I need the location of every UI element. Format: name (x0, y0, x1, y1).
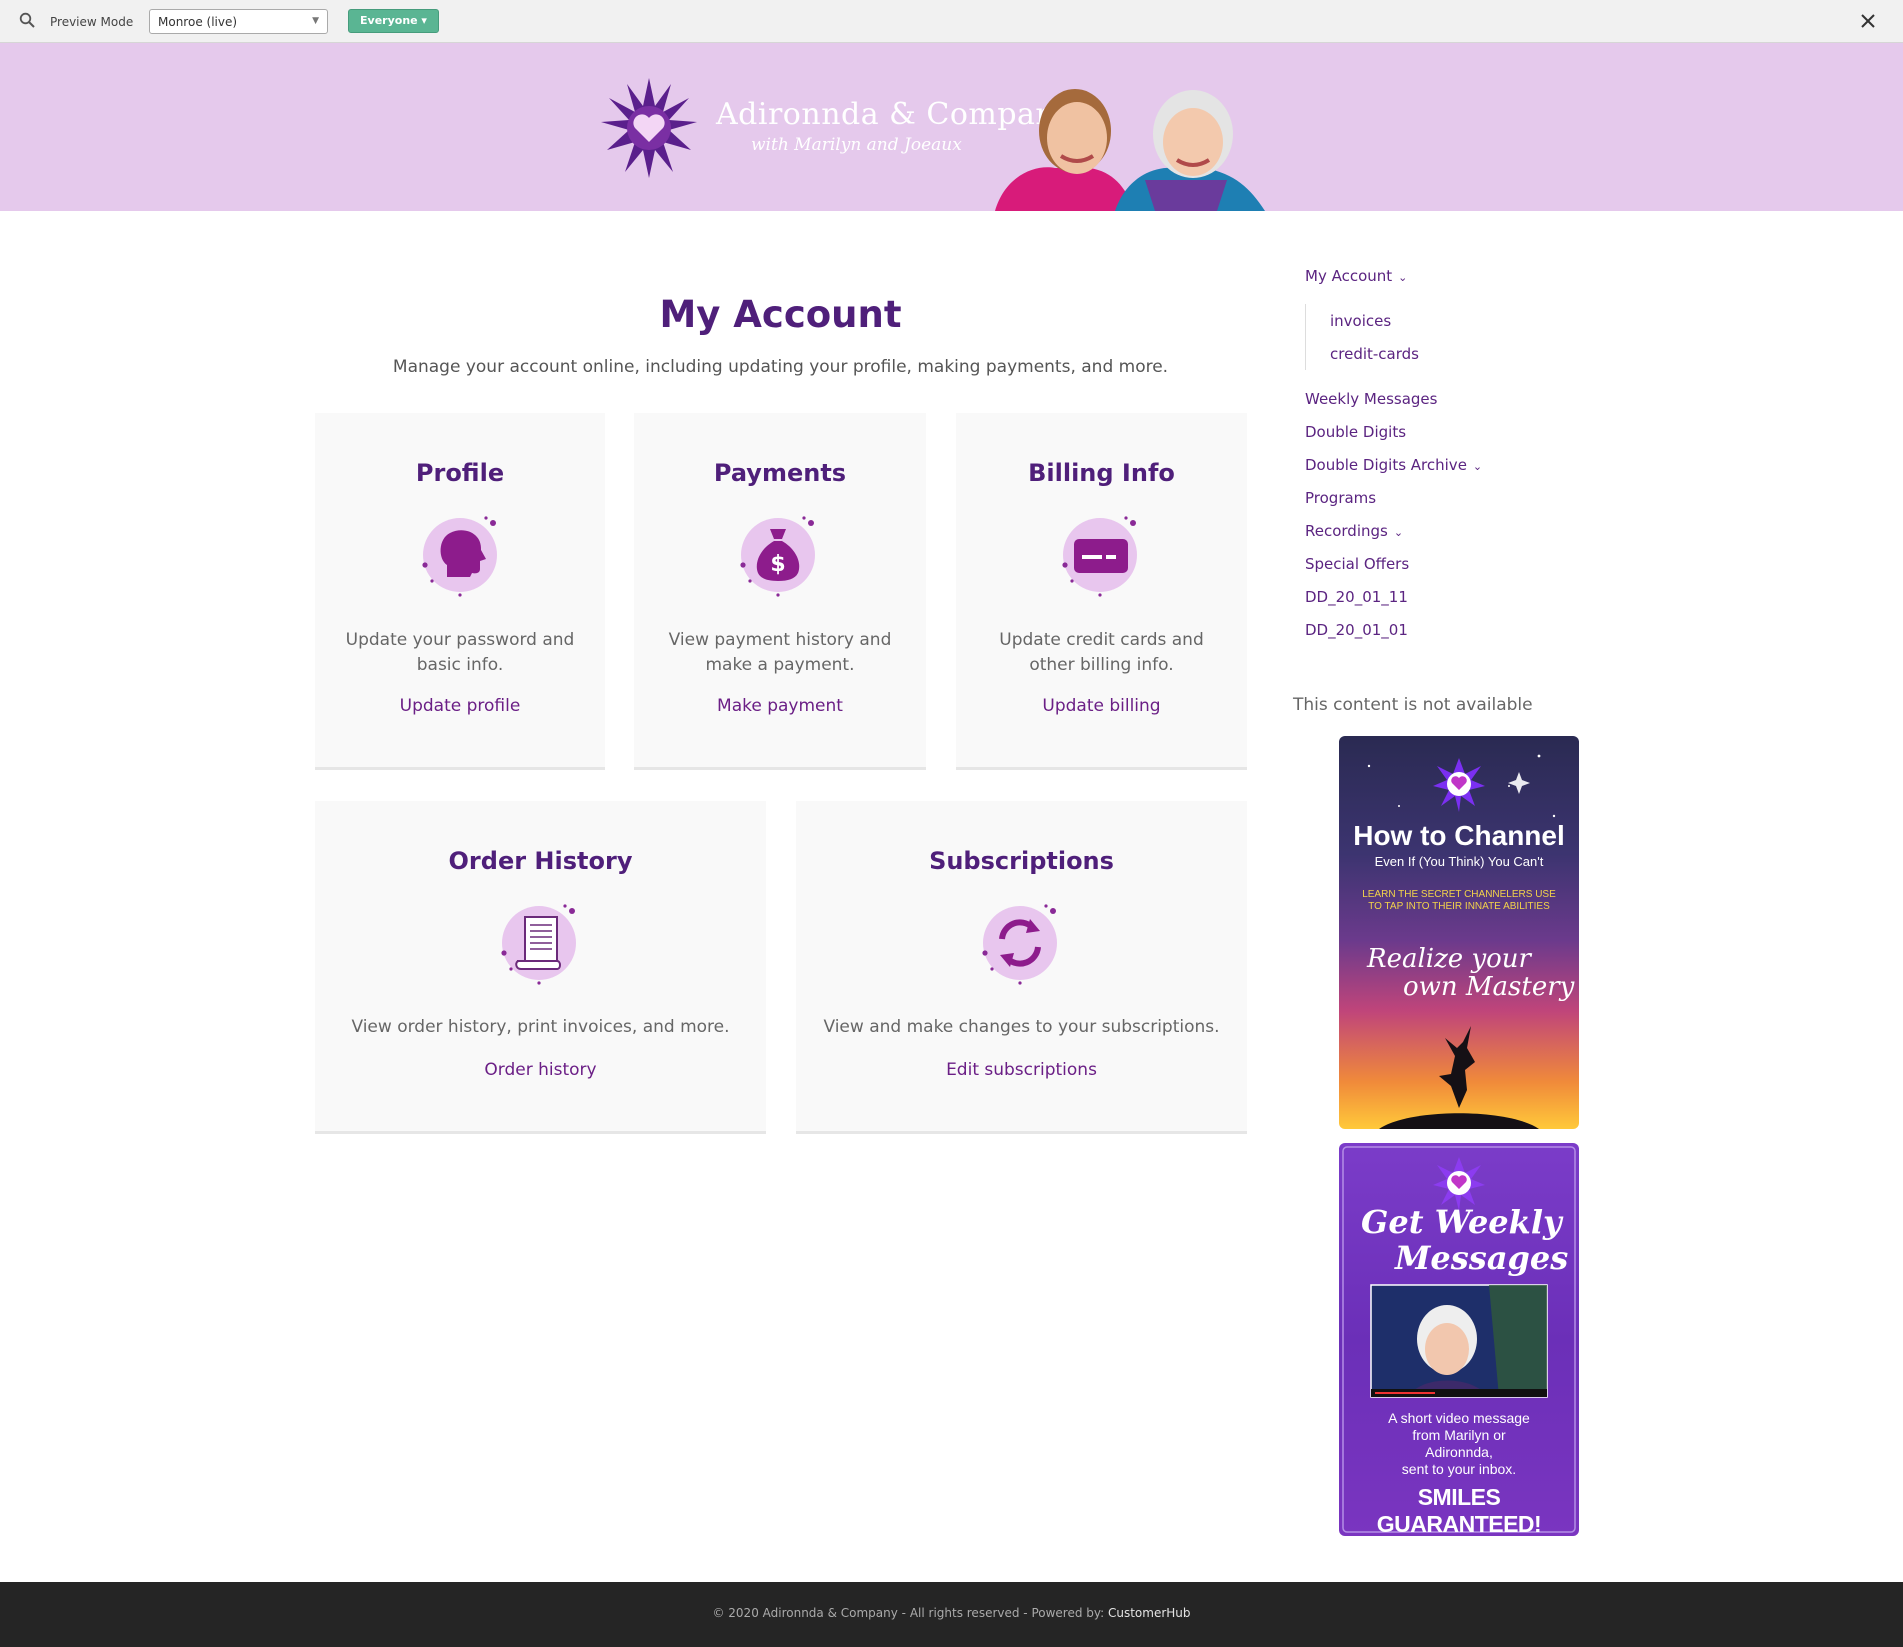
chevron-down-icon: ⌄ (1393, 526, 1404, 539)
card-description: Update your password and basic info. (345, 630, 575, 675)
submenu-divider (1305, 304, 1306, 370)
sidebar-item-programs[interactable]: Programs (1305, 489, 1376, 507)
payments-card: Payments $ View payment history and make… (634, 413, 926, 770)
ad-script-line2: own Mastery (1403, 972, 1575, 1002)
receipt-icon (501, 904, 576, 985)
update-billing-link[interactable]: Update billing (956, 696, 1247, 716)
update-profile-link[interactable]: Update profile (315, 696, 605, 716)
sidebar-item-double-digits[interactable]: Double Digits (1305, 423, 1406, 441)
chevron-down-icon: ▼ (312, 16, 319, 26)
sidebar-item-double-digits-archive[interactable]: Double Digits Archive ⌄ (1305, 456, 1482, 474)
card-description: View order history, print invoices, and … (351, 1017, 730, 1037)
ad-caption-line1: A short video message (1388, 1410, 1530, 1426)
ad-caption-line3: Adironnda, (1425, 1444, 1493, 1460)
ad-artwork (1342, 1146, 1576, 1533)
how-to-channel-ad[interactable]: How to Channel Even If (You Think) You C… (1339, 736, 1579, 1129)
ad-highlight-line1: LEARN THE SECRET CHANNELERS USE (1362, 889, 1556, 900)
card-title: Billing Info (1028, 459, 1175, 487)
refresh-cycle-icon (982, 904, 1057, 985)
brand-subtitle: with Marilyn and Joeaux (751, 135, 962, 155)
sidebar-item-label: Double Digits Archive (1305, 456, 1467, 474)
profile-card: Profile Update your password and basic i… (315, 413, 605, 770)
sidebar-subitem-invoices[interactable]: invoices (1330, 312, 1391, 330)
card-title: Payments (713, 459, 847, 487)
content-unavailable-notice: This content is not available (1293, 695, 1533, 715)
get-weekly-messages-ad[interactable]: Get Weekly Messages A short video messag… (1339, 1143, 1579, 1536)
profile-head-icon (422, 516, 497, 597)
subscriptions-card: Subscriptions View and make changes to y… (796, 801, 1247, 1134)
sidebar-item-dd-20-01-11[interactable]: DD_20_01_11 (1305, 588, 1408, 606)
card-title: Profile (415, 459, 505, 487)
ad-script-line1: Realize your (1367, 944, 1531, 974)
chevron-down-icon: ⌄ (1398, 271, 1408, 284)
ad-caption-line2: from Marilyn or (1412, 1427, 1506, 1443)
card-title: Order History (448, 847, 633, 875)
billing-info-card: Billing Info Update credit cards and oth… (956, 413, 1247, 770)
sidebar-item-my-account[interactable]: My Account ⌄ (1305, 267, 1407, 285)
footer-brand-link[interactable]: CustomerHub (1108, 1606, 1191, 1620)
ad-caption-line4: sent to your inbox. (1401, 1461, 1517, 1477)
credit-card-icon (1062, 516, 1137, 597)
card-title: Subscriptions (929, 847, 1114, 875)
ad-title: How to Channel (1353, 820, 1565, 851)
search-icon[interactable] (19, 12, 36, 29)
sidebar-subitem-credit-cards[interactable]: credit-cards (1330, 345, 1419, 363)
page-subtitle: Manage your account online, including up… (392, 357, 1169, 377)
close-icon[interactable] (1860, 13, 1876, 29)
sidebar-item-recordings[interactable]: Recordings ⌄ (1305, 522, 1403, 540)
ad-script-line1: Get Weekly (1361, 1203, 1562, 1241)
sidebar-item-label: Recordings (1305, 522, 1388, 540)
ad-tagline: Even If (You Think) You Can't (1374, 854, 1544, 869)
sidebar-item-weekly-messages[interactable]: Weekly Messages (1305, 390, 1437, 408)
ad-artwork (1358, 754, 1556, 1129)
make-payment-link[interactable]: Make payment (634, 696, 926, 716)
sidebar-item-label: My Account (1305, 267, 1393, 285)
ad-banner-text: SMILES GUARANTEED! (1376, 1484, 1542, 1536)
preview-mode-label: Preview Mode (50, 15, 134, 29)
card-description: Update credit cards and other billing in… (999, 630, 1204, 675)
sidebar-item-dd-20-01-01[interactable]: DD_20_01_01 (1305, 621, 1408, 639)
card-description: View payment history and make a payment. (668, 630, 892, 675)
order-history-link[interactable]: Order history (315, 1060, 766, 1080)
page-title: My Account (659, 293, 902, 336)
preview-site-select[interactable]: Monroe (live) ▼ (149, 9, 328, 34)
starburst-heart-logo-icon (601, 78, 697, 178)
chevron-down-icon: ⌄ (1472, 460, 1483, 473)
money-bag-icon: $ (740, 516, 815, 597)
footer-copyright: © 2020 Adironnda & Company - All rights … (0, 1606, 1903, 1620)
card-description: View and make changes to your subscripti… (823, 1017, 1220, 1037)
sidebar-item-special-offers[interactable]: Special Offers (1305, 555, 1409, 573)
everyone-audience-button[interactable]: Everyone ▾ (348, 9, 439, 33)
ad-script-line2: Messages (1395, 1239, 1569, 1277)
svg-text:$: $ (770, 552, 785, 577)
hosts-photo (995, 89, 1265, 211)
edit-subscriptions-link[interactable]: Edit subscriptions (796, 1060, 1247, 1080)
ad-highlight-line2: TO TAP INTO THEIR INNATE ABILITIES (1368, 901, 1550, 912)
footer-copyright-text: © 2020 Adironnda & Company - All rights … (712, 1606, 1108, 1620)
preview-site-value: Monroe (live) (158, 15, 238, 29)
order-history-card: Order History View order history, print … (315, 801, 766, 1134)
